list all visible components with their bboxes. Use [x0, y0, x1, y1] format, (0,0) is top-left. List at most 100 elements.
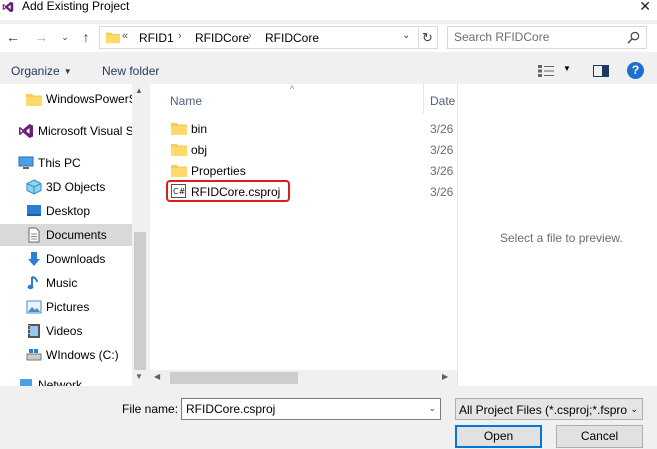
file-row-obj[interactable]: obj 3/26 — [168, 140, 458, 160]
window-title: Add Existing Project — [22, 0, 130, 13]
column-header-name[interactable]: Name — [170, 94, 202, 108]
file-date: 3/26 — [430, 122, 454, 136]
sidebar-item-label: Microsoft Visual S — [38, 124, 134, 138]
file-name: Properties — [191, 164, 246, 178]
file-list: ^ Name Date bin 3/26 obj 3/26 Properties… — [150, 84, 457, 386]
organize-button[interactable]: Organize ▼ — [11, 64, 72, 78]
sidebar-item-label: Documents — [46, 228, 107, 242]
scroll-down-icon[interactable]: ▼ — [135, 372, 143, 381]
column-header-date[interactable]: Date — [430, 94, 455, 108]
sidebar-item-label: 3D Objects — [46, 180, 106, 194]
folder-icon — [106, 32, 120, 44]
visual-studio-icon — [19, 124, 33, 138]
file-name-label: File name: — [122, 402, 179, 416]
music-icon — [27, 276, 38, 290]
breadcrumb-rfidcore[interactable]: RFIDCore — [195, 31, 249, 45]
recent-locations-chevron-icon[interactable]: ⌄ — [56, 28, 74, 46]
preview-message: Select a file to preview. — [500, 231, 623, 245]
sidebar-item-videos[interactable]: Videos — [0, 320, 132, 342]
file-name-combobox[interactable]: ⌄ — [181, 398, 441, 420]
sidebar-item-label: Downloads — [46, 252, 106, 266]
scrollbar-thumb[interactable] — [170, 372, 298, 384]
address-bar[interactable]: « RFID1 › RFIDCore › RFIDCore ⌄ ↻ — [99, 26, 438, 49]
overflow-indicator[interactable]: « — [122, 30, 128, 42]
folder-icon — [26, 94, 42, 106]
search-box[interactable] — [447, 26, 647, 49]
view-dropdown-icon[interactable]: ▼ — [563, 64, 571, 73]
refresh-icon[interactable]: ↻ — [418, 28, 436, 47]
search-input[interactable] — [454, 30, 614, 44]
sidebar-item-label: Desktop — [46, 204, 91, 218]
up-arrow-icon[interactable]: ↑ — [77, 28, 95, 46]
document-icon — [28, 227, 40, 243]
address-dropdown-icon[interactable]: ⌄ — [402, 30, 410, 41]
desktop-icon — [27, 205, 41, 216]
preview-pane: Select a file to preview. — [457, 84, 657, 386]
column-divider[interactable] — [423, 84, 424, 114]
preview-pane-icon[interactable] — [593, 65, 609, 77]
file-name: obj — [191, 143, 208, 157]
help-icon[interactable]: ? — [627, 62, 644, 79]
file-row-bin[interactable]: bin 3/26 — [168, 119, 458, 139]
scroll-left-icon[interactable]: ◀ — [154, 372, 160, 381]
sidebar-item-microsoft-visual-studio[interactable]: Microsoft Visual S — [0, 120, 134, 142]
file-name: bin — [191, 122, 208, 136]
file-type-select[interactable]: All Project Files (*.csproj;*.fspro ⌄ — [455, 398, 643, 420]
sidebar-item-windows-c[interactable]: WIndows (C:) — [0, 344, 132, 366]
drive-icon — [26, 349, 42, 361]
scrollbar-thumb[interactable] — [134, 232, 146, 370]
file-date: 3/26 — [430, 185, 454, 199]
chevron-down-icon[interactable]: ⌄ — [628, 404, 638, 415]
scroll-up-icon[interactable]: ▲ — [135, 86, 143, 95]
pc-icon — [18, 156, 34, 169]
sidebar-item-label: This PC — [38, 156, 81, 170]
new-folder-button[interactable]: New folder — [102, 64, 159, 78]
cube-icon — [26, 179, 42, 195]
file-date: 3/26 — [430, 164, 454, 178]
sidebar-item-label: WIndows (C:) — [46, 348, 119, 362]
forward-arrow-icon[interactable]: → — [32, 28, 50, 46]
sidebar-item-label: WindowsPowerS — [46, 92, 137, 106]
breadcrumb-separator: › — [248, 30, 252, 42]
navigation-scrollbar[interactable]: ▲ ▼ — [132, 84, 148, 386]
organize-label: Organize — [11, 64, 60, 78]
caret-down-icon: ▼ — [63, 67, 72, 76]
open-button[interactable]: Open — [455, 425, 542, 448]
folder-icon — [171, 123, 187, 135]
view-options-icon[interactable] — [538, 65, 554, 77]
address-row: ← → ⌄ ↑ « RFID1 › RFIDCore › RFIDCore ⌄ … — [0, 24, 657, 52]
sidebar-item-documents[interactable]: Documents — [0, 224, 132, 246]
chevron-down-icon[interactable]: ⌄ — [428, 403, 436, 414]
sidebar-item-network[interactable]: Network — [0, 374, 132, 386]
folder-icon — [171, 144, 187, 156]
search-icon[interactable] — [627, 31, 640, 44]
sidebar-item-downloads[interactable]: Downloads — [0, 248, 132, 270]
folder-icon — [171, 165, 187, 177]
sidebar-item-desktop[interactable]: Desktop — [0, 200, 132, 222]
file-type-value: All Project Files (*.csproj;*.fspro — [459, 403, 628, 417]
command-toolbar: Organize ▼ New folder ▼ ? — [0, 58, 657, 84]
sidebar-item-this-pc[interactable]: This PC — [0, 152, 132, 174]
sidebar-item-label: Videos — [46, 324, 83, 338]
close-icon[interactable]: ✕ — [639, 0, 651, 15]
sidebar-item-label: Network — [38, 378, 83, 386]
breadcrumb-rfid1[interactable]: RFID1 — [139, 31, 174, 45]
sidebar-item-label: Music — [46, 276, 78, 290]
highlight-annotation — [166, 180, 290, 202]
sidebar-item-windowspowershell[interactable]: WindowsPowerS — [0, 88, 137, 110]
sidebar-item-pictures[interactable]: Pictures — [0, 296, 132, 318]
dialog-footer: File name: ⌄ All Project Files (*.csproj… — [0, 386, 657, 449]
cancel-button[interactable]: Cancel — [556, 425, 643, 448]
sidebar-item-music[interactable]: Music — [0, 272, 132, 294]
sidebar-item-label: Pictures — [46, 300, 90, 314]
download-icon — [28, 252, 40, 266]
title-bar: Add Existing Project ✕ — [0, 0, 657, 20]
pictures-icon — [26, 300, 42, 314]
file-name-input[interactable] — [186, 402, 416, 416]
sidebar-item-3d-objects[interactable]: 3D Objects — [0, 176, 132, 198]
scroll-right-icon[interactable]: ▶ — [442, 372, 448, 381]
horizontal-scrollbar[interactable]: ◀ ▶ — [150, 370, 457, 386]
breadcrumb-rfidcore-current[interactable]: RFIDCore — [265, 31, 319, 45]
back-arrow-icon[interactable]: ← — [4, 28, 22, 46]
file-row-properties[interactable]: Properties 3/26 — [168, 161, 458, 181]
